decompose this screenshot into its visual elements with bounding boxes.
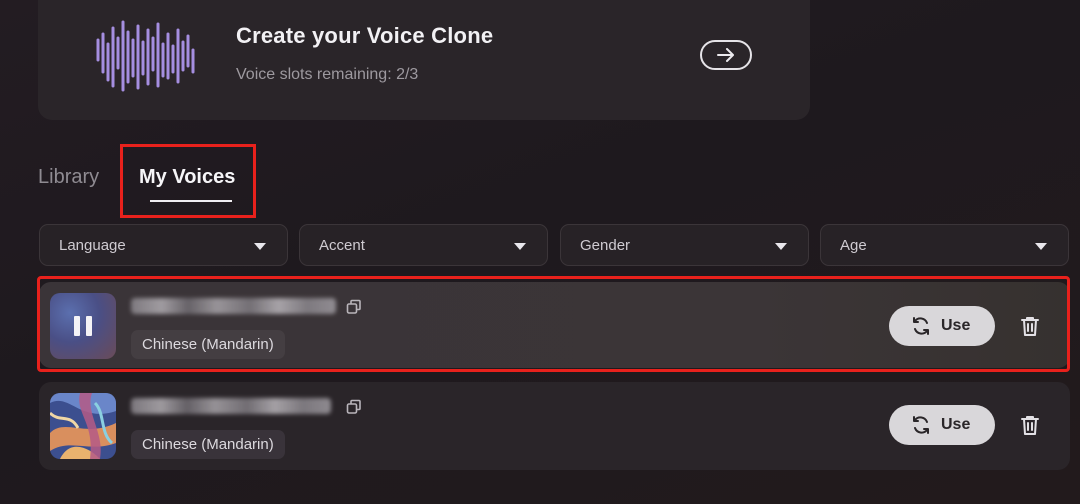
filter-accent-label: Accent bbox=[319, 237, 365, 254]
filter-gender[interactable]: Gender bbox=[560, 224, 809, 266]
voice-thumbnail[interactable] bbox=[50, 393, 116, 459]
language-tag: Chinese (Mandarin) bbox=[131, 430, 285, 459]
caret-down-icon bbox=[514, 243, 526, 250]
voice-name-redacted bbox=[131, 398, 331, 414]
filter-language-label: Language bbox=[59, 237, 126, 254]
tab-library[interactable]: Library bbox=[38, 166, 99, 189]
voice-slots-remaining: Voice slots remaining: 2/3 bbox=[236, 66, 419, 83]
abstract-art-image bbox=[50, 393, 116, 459]
filter-age[interactable]: Age bbox=[820, 224, 1069, 266]
highlight-box-voice-row bbox=[37, 276, 1070, 372]
arrow-right-icon bbox=[717, 48, 734, 62]
filter-language[interactable]: Language bbox=[39, 224, 288, 266]
caret-down-icon bbox=[1035, 243, 1047, 250]
clone-card-title: Create your Voice Clone bbox=[236, 23, 494, 48]
filter-accent[interactable]: Accent bbox=[299, 224, 548, 266]
use-voice-button[interactable]: Use bbox=[889, 405, 995, 445]
waveform-icon bbox=[96, 20, 195, 92]
voice-row[interactable]: Chinese (Mandarin) Use bbox=[39, 382, 1070, 470]
voice-clone-card[interactable]: Create your Voice Clone Voice slots rema… bbox=[38, 0, 810, 120]
create-clone-button[interactable] bbox=[700, 40, 752, 70]
highlight-box-tab bbox=[120, 144, 256, 218]
copy-icon[interactable] bbox=[346, 399, 362, 415]
filter-gender-label: Gender bbox=[580, 237, 631, 254]
caret-down-icon bbox=[254, 243, 266, 250]
refresh-icon bbox=[913, 416, 929, 434]
trash-icon[interactable] bbox=[1019, 414, 1041, 436]
filter-age-label: Age bbox=[840, 237, 867, 254]
use-button-label: Use bbox=[941, 416, 971, 433]
caret-down-icon bbox=[775, 243, 787, 250]
